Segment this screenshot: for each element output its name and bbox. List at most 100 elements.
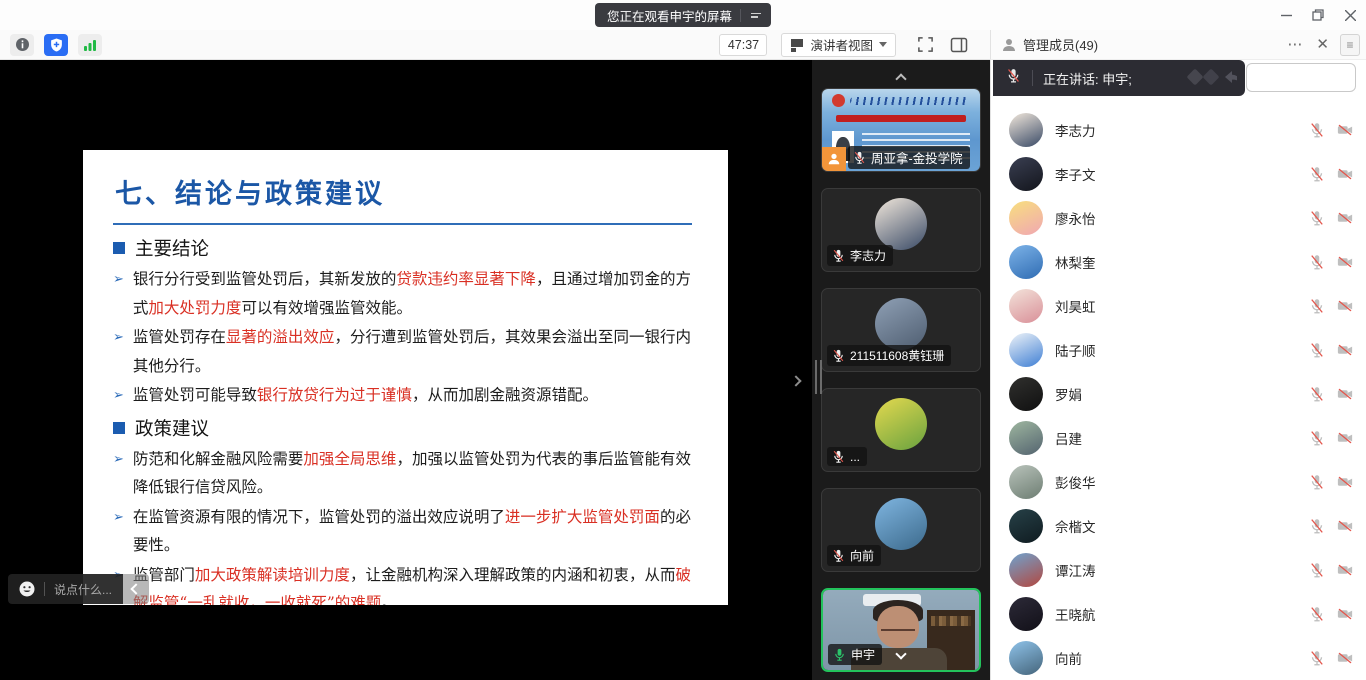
close-panel-icon[interactable]: ✕ <box>1309 37 1336 52</box>
view-mode-button[interactable]: 演讲者视图 <box>781 33 896 57</box>
member-row[interactable]: 李子文 <box>991 152 1366 196</box>
tile-name-chip: ... <box>827 447 867 466</box>
camera-muted-icon[interactable] <box>1336 605 1354 623</box>
chat-quick-bar: 说点什么... <box>8 574 149 604</box>
emoji-icon[interactable] <box>19 581 35 597</box>
mic-muted-icon[interactable] <box>1308 121 1326 139</box>
member-name: 王晓航 <box>1055 604 1296 624</box>
tile-name-chip: 申宇 <box>828 644 882 665</box>
avatar <box>1009 597 1043 631</box>
avatar <box>875 198 927 250</box>
strip-toggle-chevron[interactable] <box>786 368 806 394</box>
member-panel-header: 管理成员(49) ⋯ ✕ ≡ <box>990 30 1366 60</box>
bullet-text-segment: ，让金融机构深入理解政策的内涵和初衷，从而 <box>350 566 676 584</box>
member-row[interactable]: 谭江涛 <box>991 548 1366 592</box>
chat-input-area[interactable]: 说点什么... <box>8 574 123 604</box>
member-panel-title: 管理成员(49) <box>1023 35 1280 54</box>
restore-button[interactable] <box>1302 0 1334 30</box>
mic-muted-icon[interactable] <box>1308 649 1326 667</box>
member-row[interactable]: 佘楷文 <box>991 504 1366 548</box>
camera-muted-icon[interactable] <box>1336 473 1354 491</box>
search-input[interactable] <box>1246 63 1356 92</box>
chat-collapse-button[interactable] <box>123 574 149 604</box>
member-row[interactable]: 王晓航 <box>991 592 1366 636</box>
mic-muted-icon[interactable] <box>1308 297 1326 315</box>
member-row[interactable]: 向前 <box>991 636 1366 680</box>
more-options-icon[interactable]: ⋯ <box>1280 37 1309 52</box>
meeting-info-icon[interactable] <box>10 34 34 56</box>
member-row[interactable]: 罗娟 <box>991 372 1366 416</box>
mic-muted-icon[interactable] <box>1308 253 1326 271</box>
minimize-button[interactable] <box>1270 0 1302 30</box>
mic-muted-icon[interactable] <box>1308 165 1326 183</box>
arrow-bullet-icon: ➢ <box>113 503 124 560</box>
video-tile[interactable]: 李志力 <box>821 188 981 272</box>
member-row[interactable]: 彭俊华 <box>991 460 1366 504</box>
heading-text: 政策建议 <box>135 415 209 441</box>
slide-bullet: ➢ 在监管资源有限的情况下，监管处罚的溢出效应说明了进一步扩大监管处罚面的必要性… <box>113 503 694 560</box>
close-window-button[interactable] <box>1334 0 1366 30</box>
shared-screen: 七、结论与政策建议 主要结论➢ 银行分行受到监管处罚后，其新发放的贷款违约率显著… <box>0 60 812 680</box>
camera-muted-icon[interactable] <box>1336 297 1354 315</box>
bullet-text: 防范和化解金融风险需要加强全局思维，加强以监管处罚为代表的事后监管能有效降低银行… <box>133 445 694 502</box>
camera-muted-icon[interactable] <box>1336 561 1354 579</box>
tile-name-chip: 李志力 <box>827 245 893 266</box>
panel-hamburger-button[interactable]: ≡ <box>1340 34 1360 56</box>
avatar <box>875 298 927 350</box>
member-name: 廖永怡 <box>1055 208 1296 228</box>
mic-muted-icon[interactable] <box>1308 429 1326 447</box>
camera-muted-icon[interactable] <box>1336 253 1354 271</box>
fullscreen-icon[interactable] <box>912 33 938 57</box>
camera-muted-icon[interactable] <box>1336 341 1354 359</box>
camera-muted-icon[interactable] <box>1336 385 1354 403</box>
bullet-text-segment: 可以有效增强监管效能。 <box>241 299 412 317</box>
heading-text: 主要结论 <box>135 235 209 261</box>
meeting-timer: 47:37 <box>719 34 767 56</box>
member-row[interactable]: 刘昊虹 <box>991 284 1366 328</box>
mic-muted-icon[interactable] <box>1308 341 1326 359</box>
chevron-down-icon[interactable] <box>889 642 913 666</box>
camera-muted-icon[interactable] <box>1336 649 1354 667</box>
bullet-text-segment: 防范和化解金融风险需要 <box>133 450 304 468</box>
member-row[interactable]: 林梨奎 <box>991 240 1366 284</box>
camera-muted-icon[interactable] <box>1336 517 1354 535</box>
member-row[interactable]: 陆子顺 <box>991 328 1366 372</box>
bullet-text-segment: 银行分行受到监管处罚后，其新发放的 <box>133 270 397 288</box>
bullet-text-segment: 贷款违约率显著下降 <box>396 270 536 288</box>
camera-muted-icon[interactable] <box>1336 429 1354 447</box>
books <box>931 616 971 626</box>
member-row[interactable]: 吕建 <box>991 416 1366 460</box>
participant-name: 211511608黄钰珊 <box>850 347 944 364</box>
mic-muted-icon <box>831 548 846 563</box>
mic-muted-icon[interactable] <box>1308 517 1326 535</box>
bullet-text-segment: 在监管资源有限的情况下，监管处罚的溢出效应说明了 <box>133 508 505 526</box>
camera-muted-icon[interactable] <box>1336 165 1354 183</box>
share-options-menu-icon[interactable] <box>749 11 763 20</box>
member-name: 李志力 <box>1055 120 1296 140</box>
banner-text: 您正在观看申宇的屏幕 <box>607 6 732 25</box>
video-tile[interactable]: 申宇 <box>821 588 981 672</box>
video-tile[interactable]: 周亚拿-金投学院 <box>821 88 981 172</box>
member-row[interactable]: 廖永怡 <box>991 196 1366 240</box>
camera-muted-icon[interactable] <box>1336 121 1354 139</box>
strip-drag-handle[interactable] <box>815 360 822 394</box>
side-panel-icon[interactable] <box>946 33 972 57</box>
mic-muted-icon[interactable] <box>1308 561 1326 579</box>
mic-muted-icon[interactable] <box>1308 605 1326 623</box>
window-controls <box>1270 0 1366 30</box>
member-controls <box>1308 561 1354 579</box>
member-name: 佘楷文 <box>1055 516 1296 536</box>
camera-muted-icon[interactable] <box>1336 209 1354 227</box>
mic-muted-icon[interactable] <box>1308 473 1326 491</box>
video-tile[interactable]: 向前 <box>821 488 981 572</box>
mic-muted-icon[interactable] <box>1308 209 1326 227</box>
bullet-text-segment: 银行放贷行为过于谨慎 <box>257 386 412 404</box>
mic-muted-icon[interactable] <box>1308 385 1326 403</box>
security-shield-icon[interactable] <box>44 34 68 56</box>
video-tile[interactable]: 211511608黄钰珊 <box>821 288 981 372</box>
member-row[interactable]: 李志力 <box>991 108 1366 152</box>
network-signal-icon[interactable] <box>78 34 102 56</box>
member-panel: 正在讲话: 申宇; 李志力 李子文 <box>990 60 1366 680</box>
video-tile[interactable]: ... <box>821 388 981 472</box>
chevron-down-icon <box>879 42 887 47</box>
